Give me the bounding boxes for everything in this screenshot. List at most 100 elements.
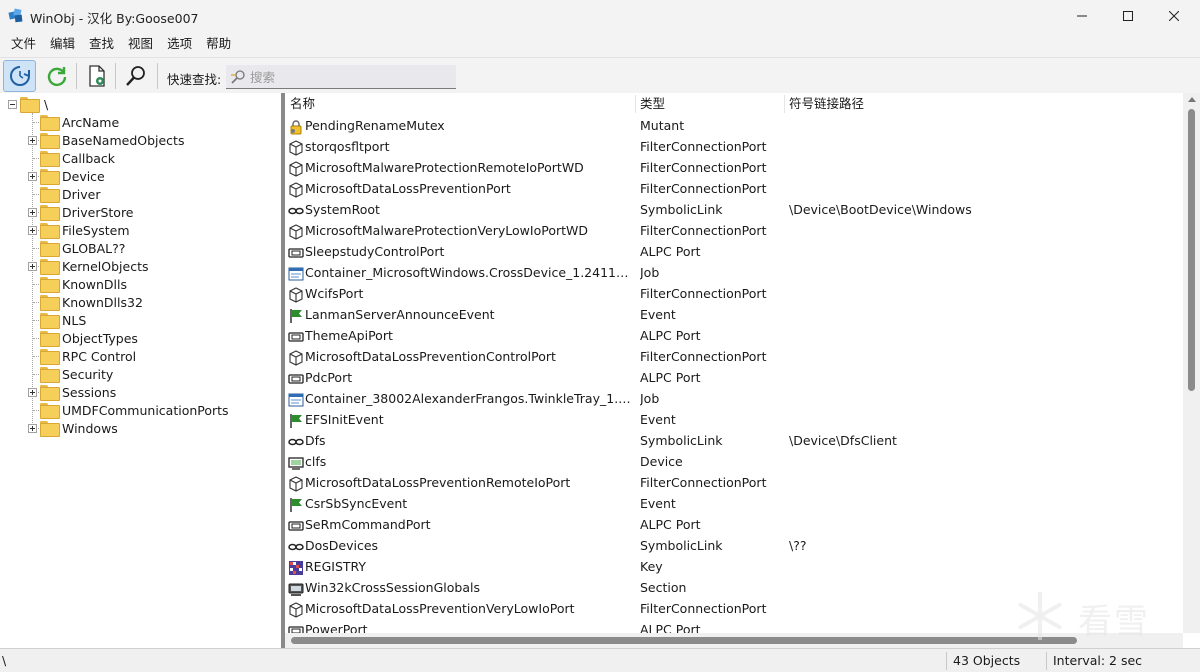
table-row[interactable]: storqosfltport FilterConnectionPort: [285, 137, 1185, 158]
symlink-icon: [288, 207, 304, 215]
table-row[interactable]: LanmanServerAnnounceEvent Event: [285, 305, 1185, 326]
cell-type: Key: [640, 559, 663, 574]
minimize-button[interactable]: [1059, 0, 1105, 32]
find-button[interactable]: [119, 60, 152, 92]
title-bar[interactable]: WinObj - 汉化 By:Goose007: [0, 0, 1200, 32]
column-header-name[interactable]: 名称: [285, 93, 635, 115]
tree-item[interactable]: UMDFCommunicationPorts: [28, 401, 229, 419]
folder-icon: [40, 205, 60, 221]
tree-item[interactable]: KnownDlls32: [28, 293, 143, 311]
horizontal-scroll-thumb[interactable]: [291, 637, 1077, 644]
tree-root-label: \: [44, 96, 49, 112]
tree-item[interactable]: FileSystem: [28, 221, 130, 239]
cell-name: clfs: [305, 454, 327, 469]
menu-file[interactable]: 文件: [4, 33, 43, 55]
tree-item[interactable]: KnownDlls: [28, 275, 127, 293]
expand-icon[interactable]: [28, 171, 37, 181]
tree-item[interactable]: Driver: [28, 185, 100, 203]
vertical-scrollbar[interactable]: [1183, 93, 1200, 633]
tree-item[interactable]: RPC Control: [28, 347, 136, 365]
tree-item[interactable]: BaseNamedObjects: [28, 131, 184, 149]
tree-item-label: Driver: [62, 186, 101, 202]
tree-item[interactable]: Sessions: [28, 383, 116, 401]
cell-type: Device: [640, 454, 683, 469]
table-row[interactable]: SeRmCommandPort ALPC Port: [285, 515, 1185, 536]
table-row[interactable]: EFSInitEvent Event: [285, 410, 1185, 431]
quick-search-box[interactable]: [226, 65, 456, 89]
quick-search-input[interactable]: [250, 68, 450, 86]
refresh-button[interactable]: [40, 60, 73, 92]
expand-icon[interactable]: [28, 387, 37, 397]
alpc-port-icon: [288, 332, 304, 342]
properties-button[interactable]: [80, 60, 113, 92]
table-row[interactable]: Container_38002AlexanderFrangos.TwinkleT…: [285, 389, 1185, 410]
expand-icon[interactable]: [28, 225, 37, 235]
collapse-icon[interactable]: [8, 99, 17, 109]
refresh-interval-button[interactable]: [3, 60, 36, 92]
table-row[interactable]: SystemRoot SymbolicLink \Device\BootDevice…: [285, 200, 1185, 221]
vertical-scroll-thumb[interactable]: [1188, 109, 1195, 391]
table-row[interactable]: DosDevices SymbolicLink \??: [285, 536, 1185, 557]
tree-item[interactable]: Callback: [28, 149, 115, 167]
table-row[interactable]: SleepstudyControlPort ALPC Port: [285, 242, 1185, 263]
toolbar-separator: [76, 63, 77, 89]
tree-item-label: FileSystem: [62, 222, 130, 238]
object-list[interactable]: 名称 类型 符号链接路径 PendingRenameMutex Mutant sto…: [285, 93, 1200, 648]
cell-name: LanmanServerAnnounceEvent: [305, 307, 495, 322]
expand-icon[interactable]: [28, 135, 37, 145]
cell-name: SystemRoot: [305, 202, 380, 217]
column-header-symlink[interactable]: 符号链接路径: [784, 93, 1174, 115]
menu-edit[interactable]: 编辑: [43, 33, 82, 55]
tree-item[interactable]: ArcName: [28, 113, 119, 131]
status-interval: Interval: 2 sec: [1053, 653, 1143, 668]
cell-name: SleepstudyControlPort: [305, 244, 445, 259]
cell-name: PdcPort: [305, 370, 353, 385]
tree-item[interactable]: GLOBAL??: [28, 239, 125, 257]
menu-help[interactable]: 帮助: [199, 33, 238, 55]
table-row[interactable]: ThemeApiPort ALPC Port: [285, 326, 1185, 347]
table-row[interactable]: MicrosoftDataLossPreventionControlPort Fi…: [285, 347, 1185, 368]
job-icon: [288, 393, 304, 407]
table-row[interactable]: REGISTRY Key: [285, 557, 1185, 578]
folder-icon: [40, 151, 60, 167]
table-row[interactable]: MicrosoftMalwareProtectionVeryLowIoPortW…: [285, 221, 1185, 242]
tree-item[interactable]: ObjectTypes: [28, 329, 138, 347]
status-object-count: 43 Objects: [953, 653, 1021, 668]
cell-type: Event: [640, 412, 676, 427]
scroll-up-icon[interactable]: [1188, 97, 1196, 102]
column-header-type[interactable]: 类型: [635, 93, 785, 115]
table-row[interactable]: clfs Device: [285, 452, 1185, 473]
tree-item[interactable]: Security: [28, 365, 113, 383]
maximize-button[interactable]: [1105, 0, 1151, 32]
expand-icon[interactable]: [28, 261, 37, 271]
tree-item[interactable]: NLS: [28, 311, 86, 329]
tree-item[interactable]: Windows: [28, 419, 118, 437]
table-row[interactable]: MicrosoftMalwareProtectionRemoteIoPortWD…: [285, 158, 1185, 179]
folder-icon: [40, 187, 60, 203]
table-row[interactable]: PdcPort ALPC Port: [285, 368, 1185, 389]
tree-item[interactable]: KernelObjects: [28, 257, 149, 275]
expand-icon[interactable]: [28, 207, 37, 217]
cell-symlink-path: \??: [789, 538, 807, 553]
table-row[interactable]: MicrosoftDataLossPreventionPort FilterCon…: [285, 179, 1185, 200]
expand-icon[interactable]: [28, 423, 37, 433]
alpc-port-icon: [288, 374, 304, 384]
tree-item[interactable]: DriverStore: [28, 203, 134, 221]
tree-item[interactable]: Device: [28, 167, 105, 185]
table-row[interactable]: CsrSbSyncEvent Event: [285, 494, 1185, 515]
menu-find[interactable]: 查找: [82, 33, 121, 55]
tree-root[interactable]: \: [8, 95, 48, 113]
table-row[interactable]: WcifsPort FilterConnectionPort: [285, 284, 1185, 305]
close-button[interactable]: [1151, 0, 1197, 32]
toolbar-separator: [157, 63, 158, 89]
table-row[interactable]: PendingRenameMutex Mutant: [285, 116, 1185, 137]
table-row[interactable]: MicrosoftDataLossPreventionRemoteIoPort F…: [285, 473, 1185, 494]
table-row[interactable]: Container_MicrosoftWindows.CrossDevice_1…: [285, 263, 1185, 284]
table-row[interactable]: Dfs SymbolicLink \Device\DfsClient: [285, 431, 1185, 452]
menu-options[interactable]: 选项: [160, 33, 199, 55]
minimize-icon: [1077, 15, 1087, 17]
winobj-window: WinObj - 汉化 By:Goose007 文件 编辑 查找 视图 选项 帮…: [0, 0, 1200, 672]
cell-name: PendingRenameMutex: [305, 118, 445, 133]
namespace-tree[interactable]: \ ArcName BaseNamedObjects Callback Device Dr…: [0, 93, 281, 648]
menu-view[interactable]: 视图: [121, 33, 160, 55]
